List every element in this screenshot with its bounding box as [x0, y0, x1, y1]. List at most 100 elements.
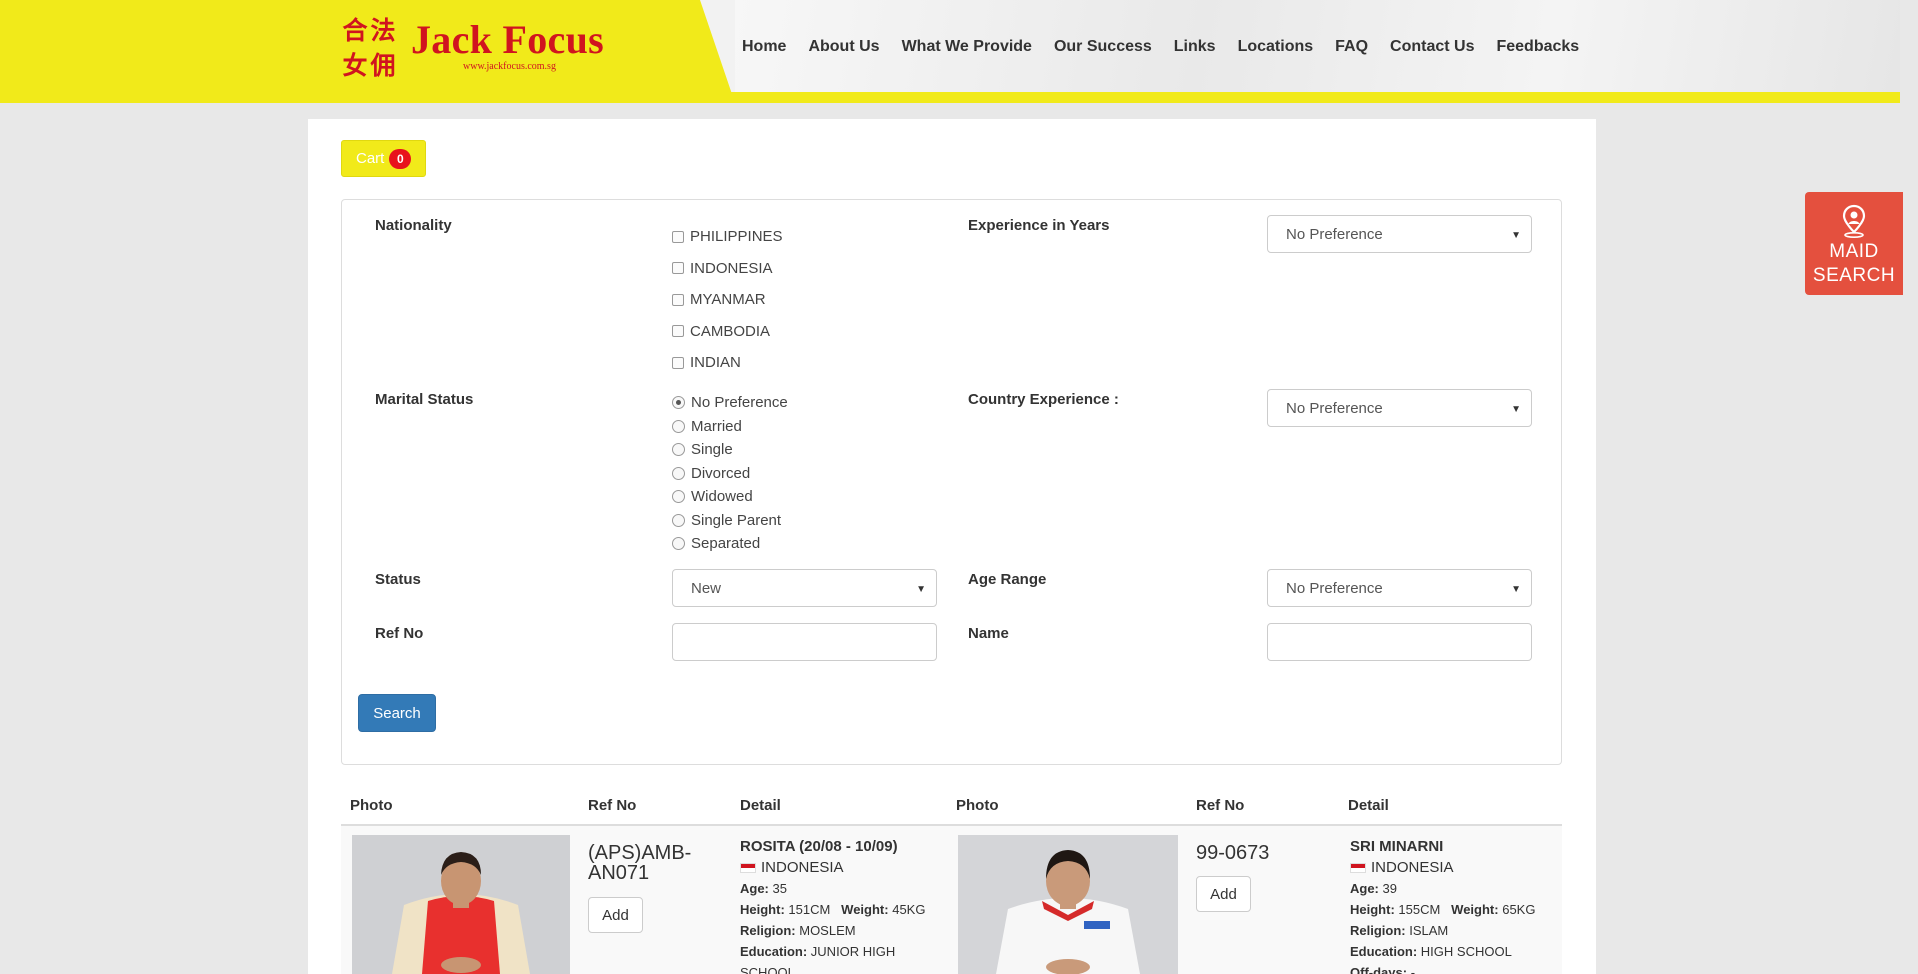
nationality-option-myanmar[interactable]: MYANMAR — [672, 284, 783, 316]
nav-our-success[interactable]: Our Success — [1054, 38, 1152, 56]
marital-option-no-preference[interactable]: No Preference — [672, 391, 788, 415]
candidate-detail: ROSITA (20/08 - 10/09) INDONESIA Age: 35… — [740, 837, 925, 974]
option-label: Separated — [691, 535, 761, 553]
field-value: - — [1410, 965, 1416, 974]
field-label: Religion: — [740, 923, 796, 938]
candidate-ref-no: (APS)AMB-AN071 — [588, 842, 692, 884]
nav-about-us[interactable]: About Us — [808, 38, 879, 56]
checkbox[interactable] — [672, 356, 684, 369]
marital-option-married[interactable]: Married — [672, 415, 788, 439]
column-header-detail: Detail — [1348, 797, 1389, 814]
nav-faq[interactable]: FAQ — [1335, 38, 1368, 56]
radio-button[interactable] — [672, 513, 685, 527]
candidate-photo[interactable] — [352, 835, 570, 974]
name-input[interactable] — [1267, 623, 1532, 661]
nationality-option-philippines[interactable]: PHILIPPINES — [672, 221, 783, 253]
logo-char: 女 — [342, 51, 368, 80]
nav-feedbacks[interactable]: Feedbacks — [1496, 38, 1579, 56]
experience-select[interactable]: No Preference ▼ — [1267, 215, 1532, 253]
column-header-ref-no: Ref No — [1196, 797, 1245, 814]
main-panel: Cart 0 Nationality PHILIPPINES INDONESIA… — [308, 119, 1596, 974]
column-header-photo: Photo — [350, 797, 393, 814]
candidate-ref-no: 99-0673 — [1196, 842, 1270, 864]
field-value: 39 — [1382, 881, 1397, 896]
marital-option-single[interactable]: Single — [672, 438, 788, 462]
field-label: Age: — [1350, 881, 1379, 896]
nav-locations[interactable]: Locations — [1238, 38, 1314, 56]
nationality-option-indonesia[interactable]: INDONESIA — [672, 253, 783, 285]
checkbox[interactable] — [672, 230, 684, 243]
age-range-label: Age Range — [968, 571, 1047, 588]
nationality-list: PHILIPPINES INDONESIA MYANMAR CAMBODIA I… — [672, 221, 783, 379]
nav-what-we-provide[interactable]: What We Provide — [902, 38, 1032, 56]
candidate-education: Education: HIGH SCHOOL — [1350, 941, 1535, 962]
checkbox[interactable] — [672, 262, 684, 275]
status-select[interactable]: New ▼ — [672, 569, 937, 607]
logo-brand: Jack Focus www.jackfocus.com.sg — [411, 13, 604, 83]
candidate-detail: SRI MINARNI INDONESIA Age: 39 Height: 15… — [1350, 837, 1535, 974]
radio-button[interactable] — [672, 443, 685, 457]
country-experience-label: Country Experience : — [968, 391, 1119, 408]
field-label: Education: — [740, 944, 808, 959]
nationality-option-indian[interactable]: INDIAN — [672, 347, 783, 379]
chevron-down-icon: ▼ — [1511, 404, 1521, 415]
marital-status-list: No Preference Married Single Divorced Wi… — [672, 391, 788, 556]
maid-search-label-line1: MAID — [1829, 241, 1879, 262]
main-nav: Home About Us What We Provide Our Succes… — [742, 38, 1579, 56]
option-label: MYANMAR — [690, 291, 766, 309]
logo-cjk-mark: 合 法 女 佣 — [341, 13, 397, 83]
option-label: Married — [691, 417, 742, 435]
nationality-value: INDONESIA — [1371, 859, 1454, 876]
candidate-photo-image — [352, 835, 570, 974]
candidate-education: Education: JUNIOR HIGH SCHOOL — [740, 941, 910, 974]
country-experience-select[interactable]: No Preference ▼ — [1267, 389, 1532, 427]
candidate-age: Age: 39 — [1350, 878, 1535, 899]
marital-status-label: Marital Status — [375, 391, 474, 408]
candidate-religion: Religion: ISLAM — [1350, 920, 1535, 941]
status-label: Status — [375, 571, 421, 588]
site-logo[interactable]: 合 法 女 佣 Jack Focus www.jackfocus.com.sg — [341, 12, 604, 84]
cart-button[interactable]: Cart 0 — [341, 140, 426, 177]
field-label: Education: — [1350, 944, 1418, 959]
logo-char: 合 — [342, 16, 368, 45]
column-header-detail: Detail — [740, 797, 781, 814]
nav-links[interactable]: Links — [1174, 38, 1216, 56]
maid-search-tab[interactable]: MAID SEARCH — [1805, 192, 1903, 295]
option-label: Widowed — [691, 488, 753, 506]
candidate-offdays: Off-days: - — [1350, 962, 1535, 974]
candidate-age: Age: 35 — [740, 878, 925, 899]
table-row: (APS)AMB-AN071 Add ROSITA (20/08 - 10/09… — [341, 826, 1562, 974]
option-label: INDIAN — [690, 354, 741, 372]
radio-button[interactable] — [672, 537, 685, 551]
radio-button[interactable] — [672, 466, 685, 480]
field-label: Off-days: — [1350, 965, 1408, 974]
option-label: CAMBODIA — [690, 322, 771, 340]
candidate-height-weight: Height: 155CM Weight: 65KG — [1350, 899, 1535, 920]
field-label: Height: — [740, 902, 785, 917]
experience-label: Experience in Years — [968, 217, 1110, 234]
candidate-nationality: INDONESIA — [740, 857, 925, 878]
age-range-value: No Preference — [1286, 579, 1383, 597]
field-value: 151CM — [788, 902, 831, 917]
marital-option-widowed[interactable]: Widowed — [672, 485, 788, 509]
age-range-select[interactable]: No Preference ▼ — [1267, 569, 1532, 607]
nationality-value: INDONESIA — [761, 859, 844, 876]
checkbox[interactable] — [672, 293, 684, 306]
marital-option-divorced[interactable]: Divorced — [672, 462, 788, 486]
radio-button[interactable] — [672, 396, 685, 410]
nav-home[interactable]: Home — [742, 38, 786, 56]
radio-button[interactable] — [672, 490, 685, 504]
nationality-option-cambodia[interactable]: CAMBODIA — [672, 316, 783, 348]
add-to-cart-button[interactable]: Add — [1196, 876, 1251, 912]
candidate-photo[interactable] — [958, 835, 1178, 974]
site-header: 合 法 女 佣 Jack Focus www.jackfocus.com.sg … — [0, 0, 1900, 103]
marital-option-single-parent[interactable]: Single Parent — [672, 509, 788, 533]
nav-contact-us[interactable]: Contact Us — [1390, 38, 1474, 56]
experience-value: No Preference — [1286, 225, 1383, 243]
add-to-cart-button[interactable]: Add — [588, 897, 643, 933]
search-button[interactable]: Search — [358, 694, 436, 732]
marital-option-separated[interactable]: Separated — [672, 532, 788, 556]
radio-button[interactable] — [672, 419, 685, 433]
ref-no-input[interactable] — [672, 623, 937, 661]
checkbox[interactable] — [672, 325, 684, 338]
